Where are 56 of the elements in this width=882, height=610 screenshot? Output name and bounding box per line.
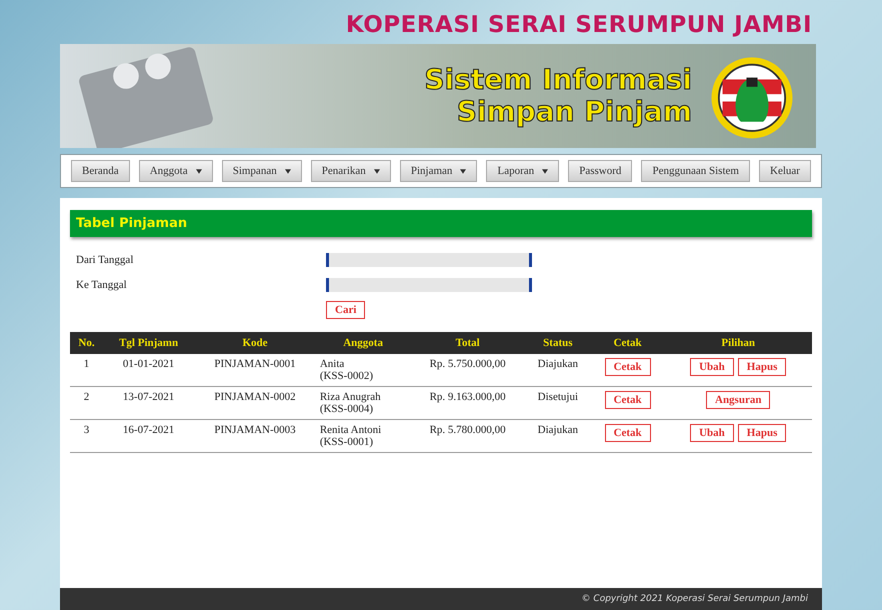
panel-title: Tabel Pinjaman bbox=[70, 210, 812, 237]
menu-button[interactable]: Keluar bbox=[759, 160, 811, 182]
field-label: Ke Tanggal bbox=[76, 278, 128, 290]
table-cell: 3 bbox=[70, 420, 103, 452]
action-button[interactable]: Ubah bbox=[690, 358, 734, 376]
menu-button[interactable]: Penggunaan Sistem bbox=[641, 160, 750, 182]
table-cell: Rp. 5.750.000,00 bbox=[410, 354, 525, 386]
table-cell: Disetujui bbox=[524, 386, 591, 420]
app-title: Sistem Informasi bbox=[424, 64, 692, 96]
menu-button[interactable]: Beranda bbox=[71, 160, 130, 182]
action-button[interactable]: Angsuran bbox=[706, 391, 770, 409]
table-cell: 1 bbox=[70, 354, 103, 386]
menu-button[interactable]: Anggota bbox=[138, 160, 213, 182]
menu-button[interactable]: Simpanan bbox=[222, 160, 302, 182]
table-cell: Rp. 9.163.000,00 bbox=[410, 386, 525, 420]
menu-button[interactable]: Password bbox=[568, 160, 632, 182]
table-cell: Diajukan bbox=[524, 420, 591, 452]
table-cell: PINJAMAN-0001 bbox=[194, 354, 316, 386]
member-id: (KSS-0001) bbox=[320, 436, 374, 448]
table-cell: Rp. 5.780.000,00 bbox=[410, 420, 525, 452]
action-button[interactable]: Hapus bbox=[738, 424, 786, 442]
member-id: (KSS-0002) bbox=[320, 370, 374, 382]
member-name: Riza Anugrah bbox=[320, 391, 382, 403]
app-subtitle: Simpan Pinjam bbox=[456, 96, 692, 128]
table-cell: PINJAMAN-0003 bbox=[194, 420, 316, 452]
date-input-field[interactable] bbox=[326, 252, 532, 266]
member-id: (KSS-0004) bbox=[320, 403, 374, 415]
field-label: Dari Tanggal bbox=[76, 254, 134, 266]
column-header: Total bbox=[410, 332, 525, 354]
column-header: Status bbox=[524, 332, 591, 354]
member-name: Renita Antoni bbox=[320, 424, 382, 436]
table-cell: 16-07-2021 bbox=[102, 420, 194, 452]
column-header: Tgl Pinjamn bbox=[102, 332, 194, 354]
column-header: Cetak bbox=[590, 332, 664, 354]
print-button[interactable]: Cetak bbox=[604, 358, 651, 376]
column-header: Anggota bbox=[316, 332, 410, 354]
copyright-text: © Copyright 2021 Koperasi Serai Serumpun Jambi bbox=[582, 594, 808, 604]
column-header: No. bbox=[70, 332, 103, 354]
table-cell: Diajukan bbox=[524, 354, 591, 386]
table-cell: 13-07-2021 bbox=[102, 386, 194, 420]
column-header: Pilihan bbox=[664, 332, 812, 354]
menu-button[interactable]: Laporan bbox=[486, 160, 560, 182]
action-button[interactable]: Ubah bbox=[690, 424, 734, 442]
organization-title: KOPERASI SERAI SERUMPUN JAMBI bbox=[346, 11, 813, 40]
date-input-field[interactable] bbox=[326, 278, 532, 292]
print-button[interactable]: Cetak bbox=[604, 391, 651, 409]
menu-button[interactable]: Pinjaman bbox=[400, 160, 478, 182]
action-button[interactable]: Hapus bbox=[738, 358, 786, 376]
column-header: Kode bbox=[194, 332, 316, 354]
table-cell: PINJAMAN-0002 bbox=[194, 386, 316, 420]
print-button[interactable]: Cetak bbox=[604, 424, 651, 442]
table-cell: 2 bbox=[70, 386, 103, 420]
search-button[interactable]: Cari bbox=[326, 300, 366, 318]
menu-button[interactable]: Penarikan bbox=[310, 160, 391, 182]
table-cell: 01-01-2021 bbox=[102, 354, 194, 386]
member-name: Anita bbox=[320, 358, 346, 370]
